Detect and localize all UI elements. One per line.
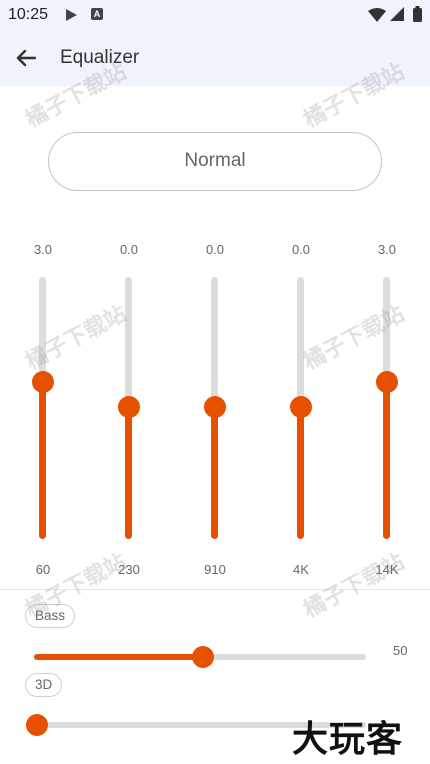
eq-band-frequency: 4K [293,562,309,577]
eq-band-frequency: 14K [375,562,399,577]
preset-selector[interactable]: Normal [48,132,382,191]
app-bar: Equalizer [0,30,430,86]
threed-label: 3D [25,673,63,697]
eq-band-fill [125,407,132,539]
eq-band-fill [211,407,218,539]
font-a-icon: A [91,8,103,20]
eq-band-thumb[interactable] [118,396,140,418]
battery-icon [413,6,422,27]
eq-band-frequency: 230 [118,562,140,577]
back-button[interactable] [12,44,40,72]
watermark: 橘子下载站 [299,300,409,375]
threed-slider-thumb[interactable] [26,714,48,736]
bass-slider-fill [34,654,203,660]
arrow-back-icon [16,49,36,67]
eq-band-value: 0.0 [291,242,311,257]
eq-band-value: 3.0 [377,242,397,257]
wifi-icon [368,8,386,27]
eq-band-thumb[interactable] [290,396,312,418]
bass-value: 50 [393,643,408,658]
eq-band-fill [39,382,46,539]
eq-band-thumb[interactable] [32,371,54,393]
eq-band-value: 0.0 [119,242,139,257]
watermark: 橘子下载站 [299,548,409,623]
status-time: 10:25 [8,6,49,23]
divider [0,589,430,590]
eq-band-frequency: 60 [35,562,51,577]
eq-band-value: 3.0 [33,242,53,257]
play-icon [66,8,77,26]
eq-band-fill [383,382,390,539]
bass-slider-thumb[interactable] [192,646,214,668]
eq-band-frequency: 910 [204,562,226,577]
signal-icon [390,7,404,26]
watermark: 橘子下载站 [21,300,131,375]
page-title: Equalizer [60,47,140,68]
status-bar: 10:25 A [0,0,430,30]
eq-band-fill [297,407,304,539]
bass-label: Bass [25,604,76,628]
threed-slider[interactable] [34,722,366,728]
eq-band-thumb[interactable] [204,396,226,418]
brand-logo: 大玩客 [292,718,404,759]
eq-band-thumb[interactable] [376,371,398,393]
eq-band-value: 0.0 [205,242,225,257]
